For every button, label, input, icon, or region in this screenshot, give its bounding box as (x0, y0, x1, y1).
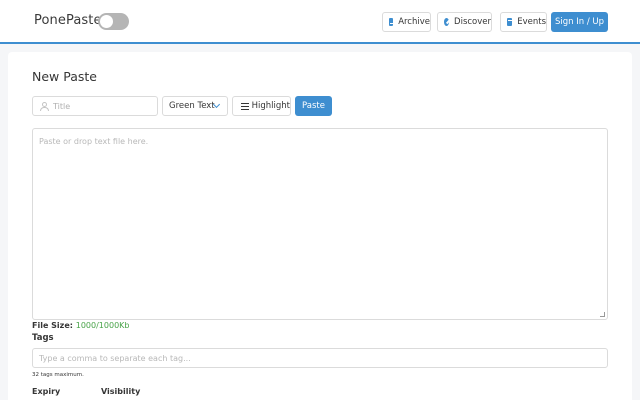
paste-button[interactable]: Paste (295, 96, 332, 116)
file-size-value: 1000/1000Kb (75, 321, 130, 330)
format-selected-value: Green Text (169, 101, 215, 111)
events-button[interactable]: Events (500, 12, 547, 32)
tags-label: Tags (32, 333, 54, 343)
align-left-icon (241, 102, 249, 110)
dark-mode-toggle[interactable] (98, 13, 129, 30)
file-size-indicator: File Size: 1000/1000Kb (32, 321, 130, 330)
discover-label: Discover (454, 17, 491, 27)
paste-content-textarea[interactable]: Paste or drop text file here. (32, 128, 608, 320)
highlight-label: Highlight (251, 101, 290, 111)
title-input[interactable]: Title (32, 96, 158, 116)
resize-handle[interactable] (600, 312, 605, 317)
tags-placeholder: Type a comma to separate each tag... (39, 353, 191, 363)
archive-button[interactable]: Archive (382, 12, 431, 32)
tags-input[interactable]: Type a comma to separate each tag... (32, 348, 608, 368)
archive-label: Archive (398, 17, 430, 27)
events-label: Events (517, 17, 546, 27)
toggle-knob (100, 15, 113, 28)
title-placeholder: Title (53, 101, 71, 111)
user-icon (40, 102, 49, 111)
page-title: New Paste (32, 69, 97, 84)
content-placeholder: Paste or drop text file here. (39, 137, 149, 146)
expiry-label: Expiry (32, 387, 61, 396)
top-navbar: PonePaste Archive Discover Events Sign I… (0, 0, 640, 44)
tags-help-text: 32 tags maximum. (32, 372, 84, 378)
calendar-icon (507, 18, 514, 26)
sign-in-button[interactable]: Sign In / Up (551, 12, 608, 32)
book-icon (389, 18, 396, 26)
file-size-label: File Size: (32, 321, 73, 330)
compass-icon (444, 18, 450, 26)
format-select[interactable]: Green Text (162, 96, 228, 116)
highlight-button[interactable]: Highlight (232, 96, 291, 116)
discover-button[interactable]: Discover (437, 12, 492, 32)
brand-logo[interactable]: PonePaste (34, 13, 102, 28)
visibility-label: Visibility (101, 387, 141, 396)
